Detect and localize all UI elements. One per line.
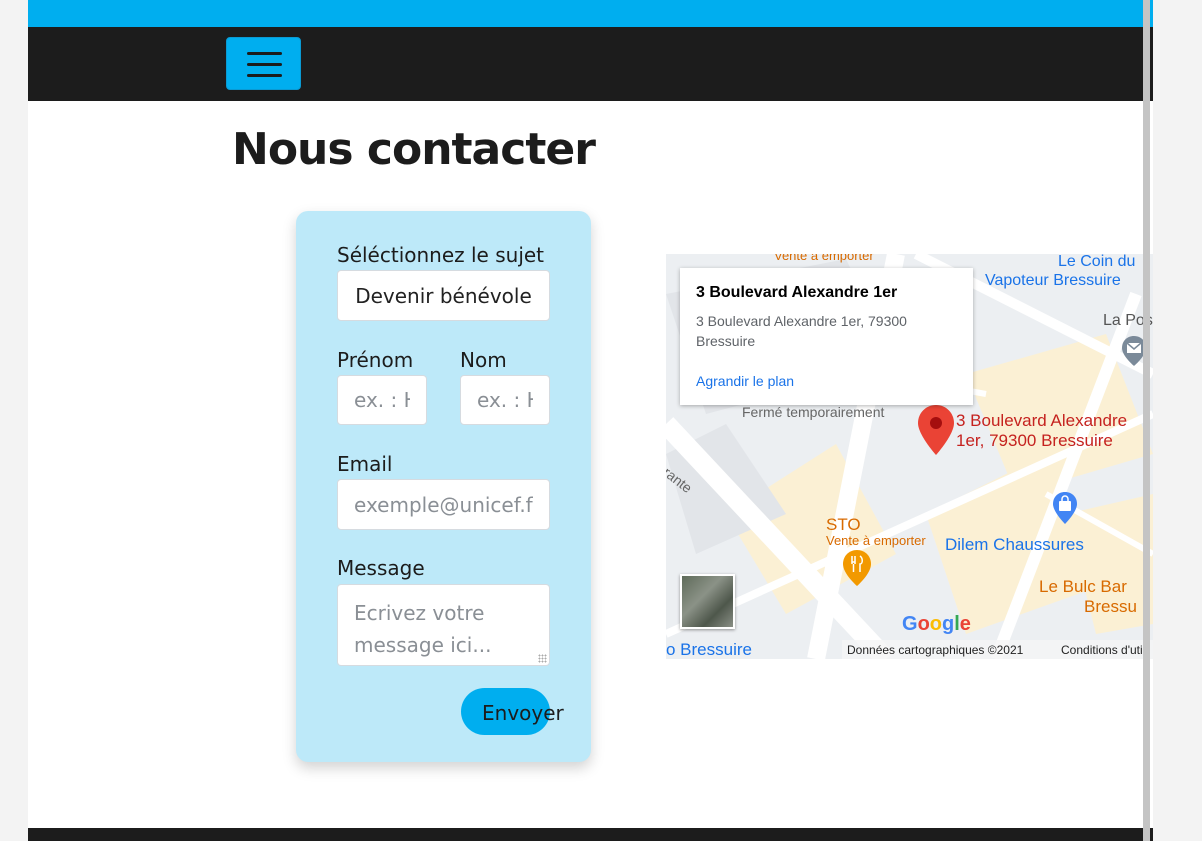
- shopping-bag-icon: [1053, 492, 1077, 524]
- top-color-band: [28, 0, 1153, 27]
- email-input[interactable]: [337, 479, 550, 530]
- map-place-vente-bottom: Vente à emporter: [826, 533, 926, 548]
- message-wrapper: [337, 584, 550, 666]
- navbar: [28, 27, 1153, 101]
- message-textarea[interactable]: [337, 584, 550, 666]
- map-place-dilem: Dilem Chaussures: [945, 535, 1084, 554]
- map-marker-label: 3 Boulevard Alexandre 1er, 79300 Bressui…: [956, 411, 1128, 450]
- map-embed[interactable]: Vente à emporter Le Coin du Vapoteur Bre…: [666, 254, 1153, 659]
- map-terms-link[interactable]: Conditions d'uti: [1061, 643, 1143, 657]
- google-logo: Google: [902, 613, 971, 635]
- email-label: Email: [337, 452, 393, 476]
- map-place-coin: Le Coin du Vapoteur Bressuire: [985, 254, 1136, 289]
- scrollbar[interactable]: [1143, 0, 1150, 841]
- menu-toggle-button[interactable]: [226, 37, 301, 90]
- resize-handle-icon[interactable]: [538, 654, 547, 663]
- send-button[interactable]: Envoyer: [461, 688, 564, 735]
- map-place-vente-top: Vente à emporter: [774, 254, 874, 263]
- firstname-input[interactable]: [337, 375, 427, 425]
- map-place-bulc: Le Bulc Bar Bressu: [1039, 577, 1137, 616]
- lastname-input[interactable]: [460, 375, 550, 425]
- map-place-ferme: Fermé temporairement: [742, 404, 885, 420]
- info-address-line1: 3 Boulevard Alexandre 1er, 79300: [696, 313, 907, 329]
- page: Nous contacter Séléctionnez le sujet Dev…: [28, 0, 1153, 841]
- map-place-sto: STO: [826, 515, 861, 534]
- firstname-label: Prénom: [337, 348, 414, 372]
- map-marker-icon[interactable]: [918, 405, 954, 455]
- map-attribution-bar: Données cartographiques ©2021 Conditions…: [842, 640, 1153, 659]
- send-button-label: Envoyer: [482, 701, 564, 725]
- footer: [28, 828, 1153, 841]
- info-address-line2: Bressuire: [696, 333, 756, 349]
- subject-select[interactable]: Devenir bénévole: [337, 270, 550, 321]
- lastname-label: Nom: [460, 348, 507, 372]
- page-title: Nous contacter: [232, 124, 596, 175]
- enlarge-map-link[interactable]: Agrandir le plan: [696, 373, 794, 389]
- map-copyright: Données cartographiques ©2021: [847, 643, 1024, 657]
- message-label: Message: [337, 556, 425, 580]
- info-title: 3 Boulevard Alexandre 1er: [696, 284, 898, 301]
- subject-label: Séléctionnez le sujet: [337, 243, 545, 267]
- map-place-bressuire: o Bressuire: [666, 640, 752, 659]
- satellite-toggle-button[interactable]: [680, 574, 735, 629]
- restaurant-icon: [843, 550, 871, 586]
- map-info-box: 3 Boulevard Alexandre 1er 3 Boulevard Al…: [680, 268, 973, 405]
